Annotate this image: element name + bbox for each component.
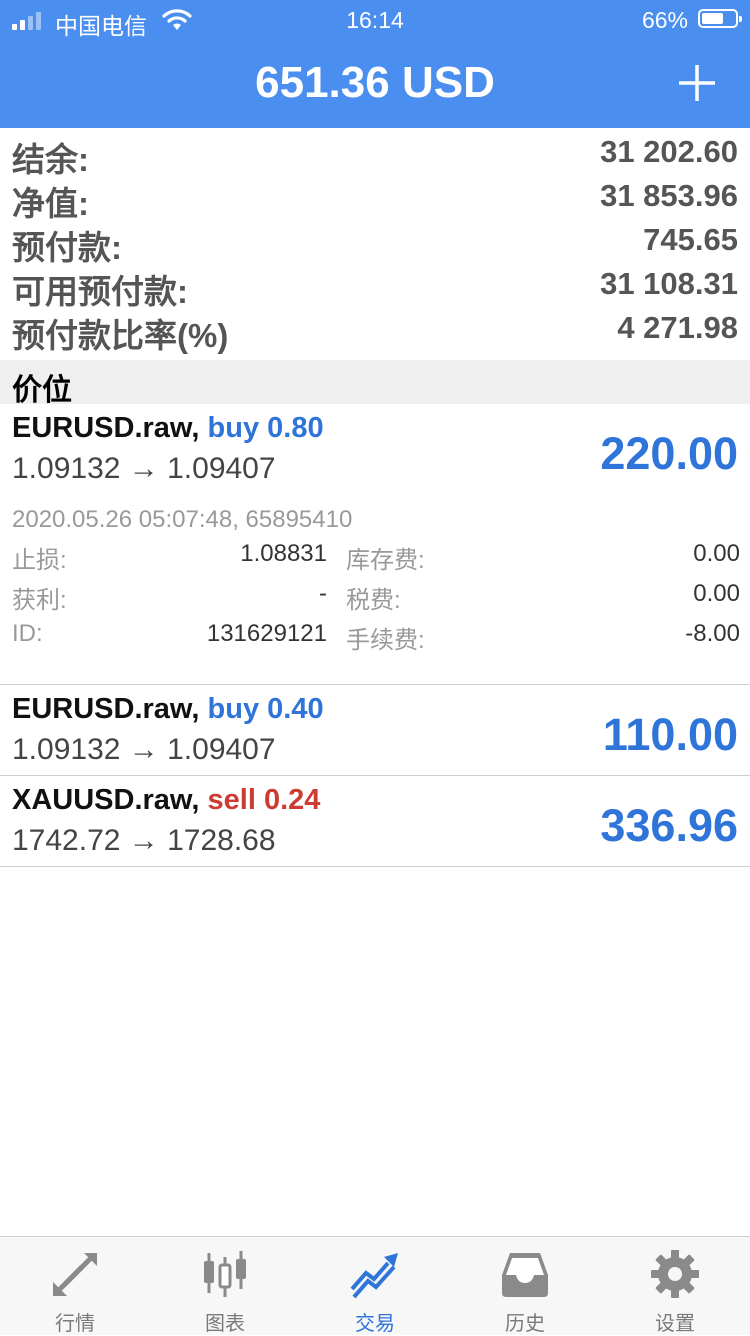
position-symbol: EURUSD.raw, xyxy=(12,693,200,725)
commission-value: -8.00 xyxy=(685,620,740,647)
battery-icon xyxy=(698,9,742,28)
position-side: sell 0.24 xyxy=(207,784,321,816)
tab-quotes-label: 行情 xyxy=(55,1313,95,1335)
tab-trade[interactable]: 交易 xyxy=(300,1237,450,1335)
status-bar: 中国电信 16:14 66% xyxy=(0,0,750,40)
add-order-button[interactable] xyxy=(678,64,716,102)
margin-level-value: 4 271.98 xyxy=(617,310,738,345)
tax-label: 税费: xyxy=(346,587,401,614)
position-row[interactable]: EURUSD.raw, buy 0.40 1.09132 → 1.09407 1… xyxy=(0,685,750,776)
bottom-tab-bar: 行情 图表 交易 历史 设置 xyxy=(0,1236,750,1335)
quotes-arrows-icon xyxy=(53,1253,97,1296)
tab-chart-label: 图表 xyxy=(205,1313,245,1335)
header-bar: 中国电信 16:14 66% 651.36 USD xyxy=(0,0,750,128)
position-summary[interactable]: EURUSD.raw, buy 0.80 1.09132 → 1.09407 2… xyxy=(0,404,750,494)
stop-loss-value: 1.08831 xyxy=(240,540,327,567)
order-id-label: ID: xyxy=(12,620,43,647)
commission-label: 手续费: xyxy=(346,627,425,654)
section-title: 价位 xyxy=(12,374,72,407)
positions-list: EURUSD.raw, buy 0.80 1.09132 → 1.09407 2… xyxy=(0,404,750,867)
swap-value: 0.00 xyxy=(693,540,740,567)
summary-row-equity: 净值: 31 853.96 xyxy=(0,172,750,222)
position-row[interactable]: EURUSD.raw, buy 0.80 1.09132 → 1.09407 2… xyxy=(0,404,750,685)
position-symbol-line: EURUSD.raw, buy 0.40 xyxy=(12,693,324,726)
position-symbol-line: XAUUSD.raw, sell 0.24 xyxy=(12,784,320,817)
summary-row-margin-level: 预付款比率(%) 4 271.98 xyxy=(0,304,750,354)
position-profit: 336.96 xyxy=(600,800,738,851)
detail-row: ID: 131629121 手续费: -8.00 xyxy=(0,620,750,660)
order-id-value: 131629121 xyxy=(206,620,327,647)
position-profit: 110.00 xyxy=(602,709,738,760)
position-prices: 1.09132 → 1.09407 xyxy=(12,733,276,766)
equity-value: 31 853.96 xyxy=(600,178,738,213)
position-side: buy 0.80 xyxy=(207,412,324,444)
detail-row: 止损: 1.08831 库存费: 0.00 xyxy=(0,540,750,580)
tab-quotes[interactable]: 行情 xyxy=(0,1237,150,1335)
account-profit-title: 651.36 USD xyxy=(255,58,495,107)
balance-value: 31 202.60 xyxy=(600,134,738,169)
position-row[interactable]: XAUUSD.raw, sell 0.24 1742.72 → 1728.68 … xyxy=(0,776,750,867)
position-prices: 1.09132 → 1.09407 xyxy=(12,452,276,485)
candlestick-chart-icon xyxy=(204,1251,246,1297)
position-details: 2020.05.26 05:07:48, 65895410 止损: 1.0883… xyxy=(0,494,750,684)
settings-gear-icon xyxy=(651,1250,699,1298)
position-open-info: 2020.05.26 05:07:48, 65895410 xyxy=(12,506,353,533)
tab-settings-label: 设置 xyxy=(655,1313,695,1335)
positions-section-header: 价位 xyxy=(0,360,750,407)
position-summary[interactable]: EURUSD.raw, buy 0.40 1.09132 → 1.09407 1… xyxy=(0,685,750,775)
take-profit-value: - xyxy=(319,580,327,607)
trade-trend-icon xyxy=(350,1253,398,1299)
account-summary: 结余: 31 202.60 净值: 31 853.96 预付款: 745.65 … xyxy=(0,128,750,354)
position-symbol-line: EURUSD.raw, buy 0.80 xyxy=(12,412,324,445)
history-inbox-icon xyxy=(502,1253,548,1297)
position-profit: 220.00 xyxy=(600,428,738,479)
take-profit-label: 获利: xyxy=(12,587,67,614)
position-prices: 1742.72 → 1728.68 xyxy=(12,824,276,857)
tab-chart[interactable]: 图表 xyxy=(150,1237,300,1335)
position-symbol: EURUSD.raw, xyxy=(12,412,200,444)
position-symbol: XAUUSD.raw, xyxy=(12,784,200,816)
summary-row-free-margin: 可用预付款: 31 108.31 xyxy=(0,260,750,310)
margin-level-label: 预付款比率(%) xyxy=(12,317,229,354)
summary-row-balance: 结余: 31 202.60 xyxy=(0,128,750,178)
free-margin-value: 31 108.31 xyxy=(600,266,738,301)
battery-percent: 66% xyxy=(641,7,688,33)
tab-settings[interactable]: 设置 xyxy=(600,1237,750,1335)
detail-row: 获利: - 税费: 0.00 xyxy=(0,580,750,620)
margin-value: 745.65 xyxy=(643,222,738,257)
tab-trade-label: 交易 xyxy=(355,1313,395,1335)
summary-row-margin: 预付款: 745.65 xyxy=(0,216,750,266)
status-time: 16:14 xyxy=(346,7,404,33)
position-summary[interactable]: XAUUSD.raw, sell 0.24 1742.72 → 1728.68 … xyxy=(0,776,750,866)
position-side: buy 0.40 xyxy=(207,693,324,725)
tax-value: 0.00 xyxy=(693,580,740,607)
tab-history[interactable]: 历史 xyxy=(450,1237,600,1335)
swap-label: 库存费: xyxy=(346,547,425,574)
tab-history-label: 历史 xyxy=(505,1313,545,1335)
stop-loss-label: 止损: xyxy=(12,547,67,574)
